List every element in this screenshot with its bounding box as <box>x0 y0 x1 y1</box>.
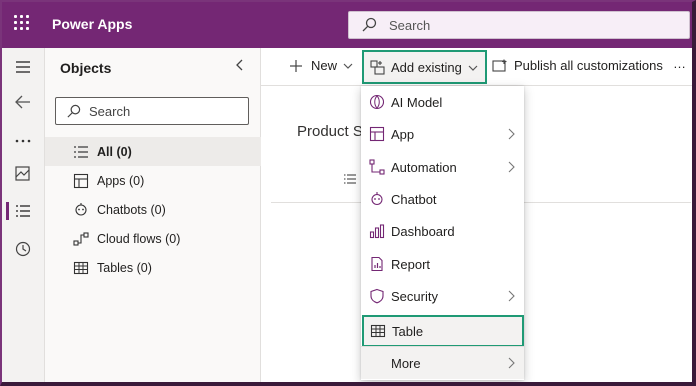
chevron-down-icon <box>468 65 478 71</box>
objects-item-label: Apps <box>97 174 126 188</box>
objects-item-all[interactable]: All (0) <box>45 137 261 166</box>
objects-item-cloud-flows[interactable]: Cloud flows (0) <box>45 224 261 253</box>
history-icon[interactable] <box>14 240 32 258</box>
list-view-icon[interactable] <box>343 172 357 186</box>
objects-panel: Objects Search All (0) Apps (0) Chatbots… <box>45 48 261 386</box>
objects-icon[interactable] <box>14 202 32 220</box>
chevron-right-icon <box>508 128 515 140</box>
back-arrow-icon[interactable] <box>14 93 32 111</box>
more-options-icon[interactable] <box>14 132 32 150</box>
active-indicator <box>6 202 9 220</box>
hamburger-menu-icon[interactable] <box>14 58 32 76</box>
search-icon <box>362 17 377 32</box>
objects-panel-title: Objects <box>60 60 112 76</box>
menu-item-label: Report <box>391 257 431 272</box>
objects-item-label: All <box>97 145 113 159</box>
objects-item-apps[interactable]: Apps (0) <box>45 166 261 195</box>
add-existing-menu: AI Model App Automation Chatbot Dashboar… <box>361 86 524 380</box>
flow-icon <box>73 232 89 246</box>
add-existing-button[interactable]: Add existing <box>362 50 487 84</box>
app-launcher-icon[interactable] <box>14 15 32 33</box>
objects-item-count: (0) <box>116 145 132 159</box>
solution-title: Product S <box>297 123 363 140</box>
menu-item-label: Chatbot <box>391 192 437 207</box>
global-search-placeholder: Search <box>389 18 431 33</box>
chevron-right-icon <box>508 161 515 173</box>
plus-icon <box>290 60 302 72</box>
objects-item-chatbots[interactable]: Chatbots (0) <box>45 195 261 224</box>
security-shield-icon <box>370 288 384 304</box>
chevron-right-icon <box>508 357 515 369</box>
publish-all-customizations-button[interactable]: Publish all customizations <box>490 48 665 86</box>
add-existing-label: Add existing <box>391 60 462 75</box>
menu-item-table[interactable]: Table <box>362 315 524 347</box>
apps-icon <box>73 173 89 189</box>
ai-model-icon <box>369 94 385 110</box>
menu-item-chatbot[interactable]: Chatbot <box>361 183 524 215</box>
overview-icon[interactable] <box>14 165 32 183</box>
publish-button-label: Publish all customizations <box>514 58 663 73</box>
app-header: Power Apps Search <box>0 0 696 48</box>
objects-item-count: (0) <box>150 203 166 217</box>
objects-item-label: Tables <box>97 261 134 275</box>
menu-item-label: App <box>391 127 415 142</box>
menu-item-automation[interactable]: Automation <box>361 151 524 183</box>
more-commands-ellipsis: … <box>673 56 686 71</box>
menu-item-security[interactable]: Security <box>361 280 524 312</box>
objects-item-label: Cloud flows <box>97 232 162 246</box>
objects-item-label: Chatbots <box>97 203 148 217</box>
menu-item-more[interactable]: More <box>361 347 524 379</box>
objects-item-count: (0) <box>136 261 152 275</box>
automation-icon <box>369 159 385 175</box>
menu-item-ai-model[interactable]: AI Model <box>361 86 524 118</box>
menu-item-dashboard[interactable]: Dashboard <box>361 215 524 247</box>
new-button-label: New <box>311 58 338 73</box>
app-title[interactable]: Power Apps <box>52 16 132 32</box>
menu-item-label: More <box>391 356 421 371</box>
menu-item-label: Table <box>392 324 424 339</box>
new-button[interactable]: New <box>287 48 359 86</box>
app-icon <box>369 126 385 142</box>
menu-item-label: Dashboard <box>391 224 455 239</box>
command-bar: New Add existing Publish all customizati… <box>261 48 696 86</box>
collapse-panel-chevron-icon[interactable] <box>233 58 247 72</box>
menu-item-label: Automation <box>391 160 457 175</box>
menu-item-report[interactable]: Report <box>361 248 524 280</box>
objects-search-placeholder: Search <box>89 104 131 119</box>
chevron-down-icon <box>343 63 353 69</box>
menu-item-app[interactable]: App <box>361 118 524 150</box>
menu-item-label: AI Model <box>391 95 443 110</box>
more-commands-button[interactable]: … <box>671 48 693 86</box>
menu-item-label: Security <box>391 289 438 304</box>
objects-item-count: (0) <box>128 174 145 188</box>
chatbot-icon <box>75 203 87 216</box>
chevron-right-icon <box>508 290 515 302</box>
table-icon <box>370 324 386 338</box>
report-icon <box>371 256 383 272</box>
list-icon <box>74 146 88 158</box>
chatbot-icon <box>371 192 383 206</box>
add-existing-icon <box>370 60 385 75</box>
global-search-input[interactable]: Search <box>348 11 690 39</box>
search-icon <box>67 104 81 118</box>
objects-item-tables[interactable]: Tables (0) <box>45 253 261 282</box>
objects-item-count: (0) <box>165 232 181 246</box>
objects-search-input[interactable]: Search <box>55 97 249 125</box>
table-icon <box>73 261 89 275</box>
left-navigation-rail <box>0 48 45 386</box>
publish-icon <box>492 59 507 72</box>
dashboard-icon <box>369 224 385 239</box>
